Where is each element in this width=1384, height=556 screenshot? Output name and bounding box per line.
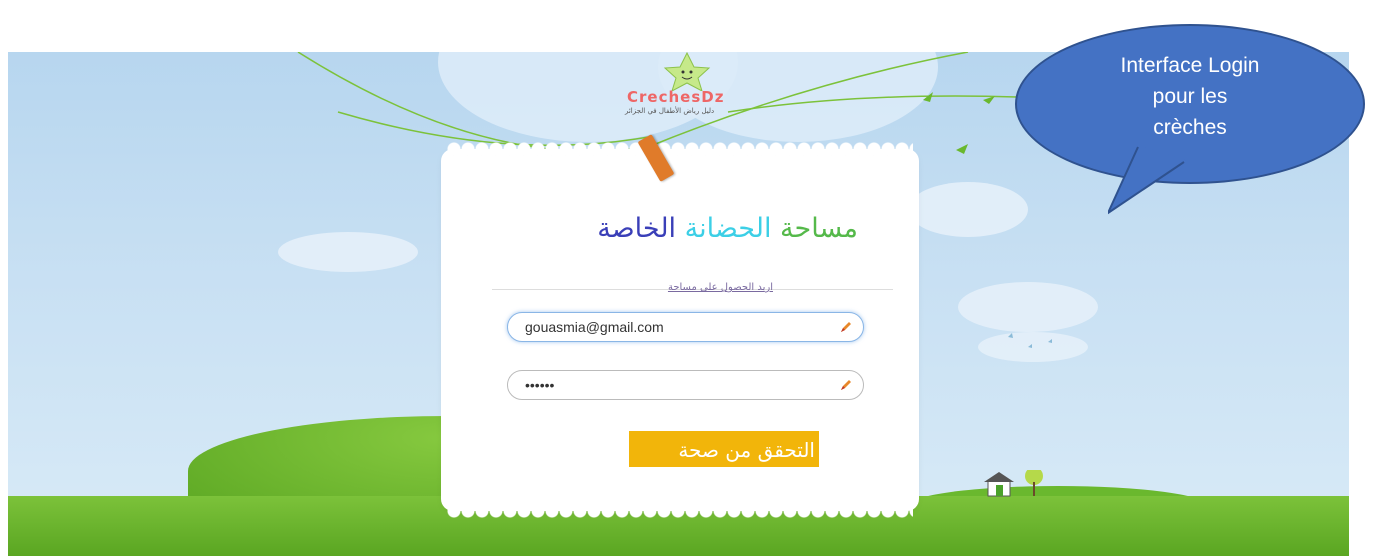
title-word: الحضانة: [684, 213, 772, 244]
request-space-link[interactable]: اريد الحصول على مساحة: [668, 282, 773, 293]
card-border: [447, 142, 913, 156]
star-icon: [663, 51, 711, 91]
email-field[interactable]: [507, 312, 864, 342]
callout-text: Interface Login pour les crèches: [1120, 54, 1260, 139]
submit-button[interactable]: التحقق من صحة: [629, 431, 819, 467]
logo-tagline: دليل رياض الأطفال في الجزائر: [625, 107, 715, 115]
password-field[interactable]: [507, 370, 864, 400]
request-space-row: اريد الحصول على مساحة: [492, 275, 893, 293]
callout-tail: [1108, 145, 1186, 215]
house-icon: [984, 470, 1043, 497]
crechesdz-logo: CrechesDz دليل رياض الأطفال في الجزائر: [617, 51, 747, 125]
page-title: مساحة الحضانة الخاصة: [447, 213, 858, 244]
title-word: الخاصة: [597, 213, 677, 244]
pencil-icon: [841, 322, 851, 332]
card-border: [447, 504, 913, 518]
email-input[interactable]: [523, 318, 827, 336]
pencil-icon: [841, 380, 851, 390]
login-card: مساحة الحضانة الخاصة اريد الحصول على مسا…: [447, 142, 913, 518]
title-word: مساحة: [780, 213, 858, 244]
logo-name: CrechesDz: [627, 88, 725, 106]
password-input[interactable]: [523, 376, 827, 394]
submit-button-container: التحقق من صحة: [629, 431, 819, 467]
